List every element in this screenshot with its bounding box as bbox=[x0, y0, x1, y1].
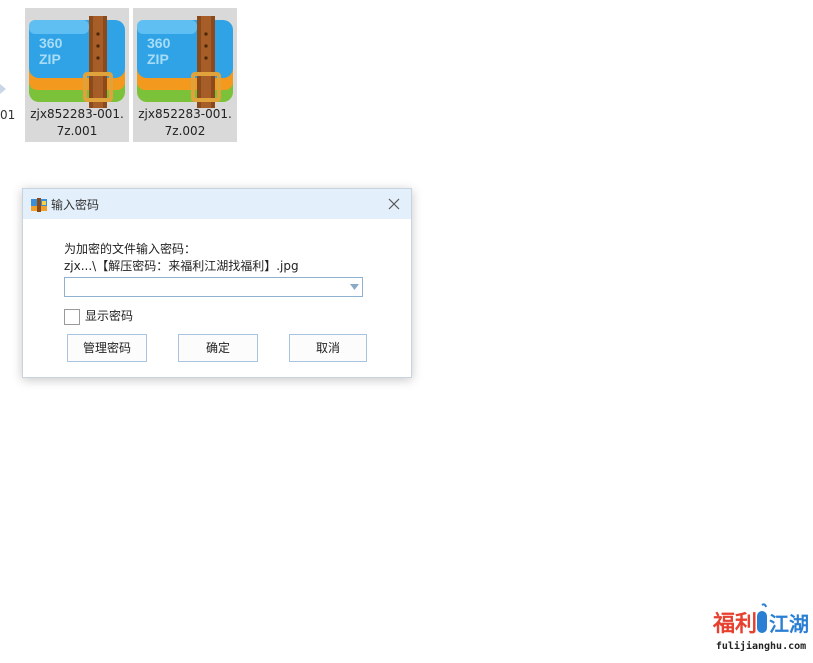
svg-text:ZIP: ZIP bbox=[39, 51, 61, 67]
file-item[interactable]: 360 ZIP zjx852283-001. 7z.001 bbox=[25, 8, 129, 142]
svg-text:360: 360 bbox=[147, 35, 171, 51]
encrypted-file-path: zjx...\【解压密码：来福利江湖找福利】.jpg bbox=[64, 259, 299, 273]
file-name-line1: zjx852283-001. bbox=[30, 107, 124, 121]
watermark-logo: 福利 江湖 fulijianghu.com bbox=[713, 603, 809, 655]
file-item[interactable]: 360 ZIP zjx852283-001. 7z.002 bbox=[133, 8, 237, 142]
file-name-line2: 7z.001 bbox=[56, 124, 98, 138]
file-name-line1: zjx852283-001. bbox=[138, 107, 232, 121]
show-password-checkbox[interactable] bbox=[64, 309, 80, 325]
show-password-label[interactable]: 显示密码 bbox=[85, 309, 133, 324]
cancel-button[interactable]: 取消 bbox=[289, 334, 367, 362]
ok-button[interactable]: 确定 bbox=[178, 334, 258, 362]
password-dialog: 输入密码 为加密的文件输入密码： zjx...\【解压密码：来福利江湖找福利】.… bbox=[22, 188, 412, 378]
dialog-title: 输入密码 bbox=[51, 198, 100, 212]
archive-app-icon bbox=[31, 198, 47, 212]
close-icon[interactable] bbox=[383, 193, 405, 215]
watermark-url: fulijianghu.com bbox=[715, 641, 807, 652]
file-name-line2: 7z.002 bbox=[164, 124, 206, 138]
partial-file-name: 01 bbox=[0, 108, 16, 122]
svg-text:ZIP: ZIP bbox=[147, 51, 169, 67]
dialog-titlebar[interactable]: 输入密码 bbox=[23, 189, 411, 219]
partial-file-icon bbox=[0, 84, 6, 94]
360zip-archive-icon: 360 ZIP bbox=[137, 16, 233, 108]
password-combobox[interactable] bbox=[64, 277, 363, 297]
svg-text:360: 360 bbox=[39, 35, 63, 51]
360zip-archive-icon: 360 ZIP bbox=[29, 16, 125, 108]
svg-text:江湖: 江湖 bbox=[769, 612, 809, 636]
svg-text:福利: 福利 bbox=[713, 612, 757, 637]
chevron-down-icon[interactable] bbox=[350, 284, 359, 290]
fulijianghu-logo-icon: 福利 江湖 bbox=[713, 603, 809, 637]
manage-passwords-button[interactable]: 管理密码 bbox=[67, 334, 147, 362]
password-input[interactable] bbox=[67, 279, 337, 295]
password-prompt: 为加密的文件输入密码： bbox=[64, 242, 197, 256]
